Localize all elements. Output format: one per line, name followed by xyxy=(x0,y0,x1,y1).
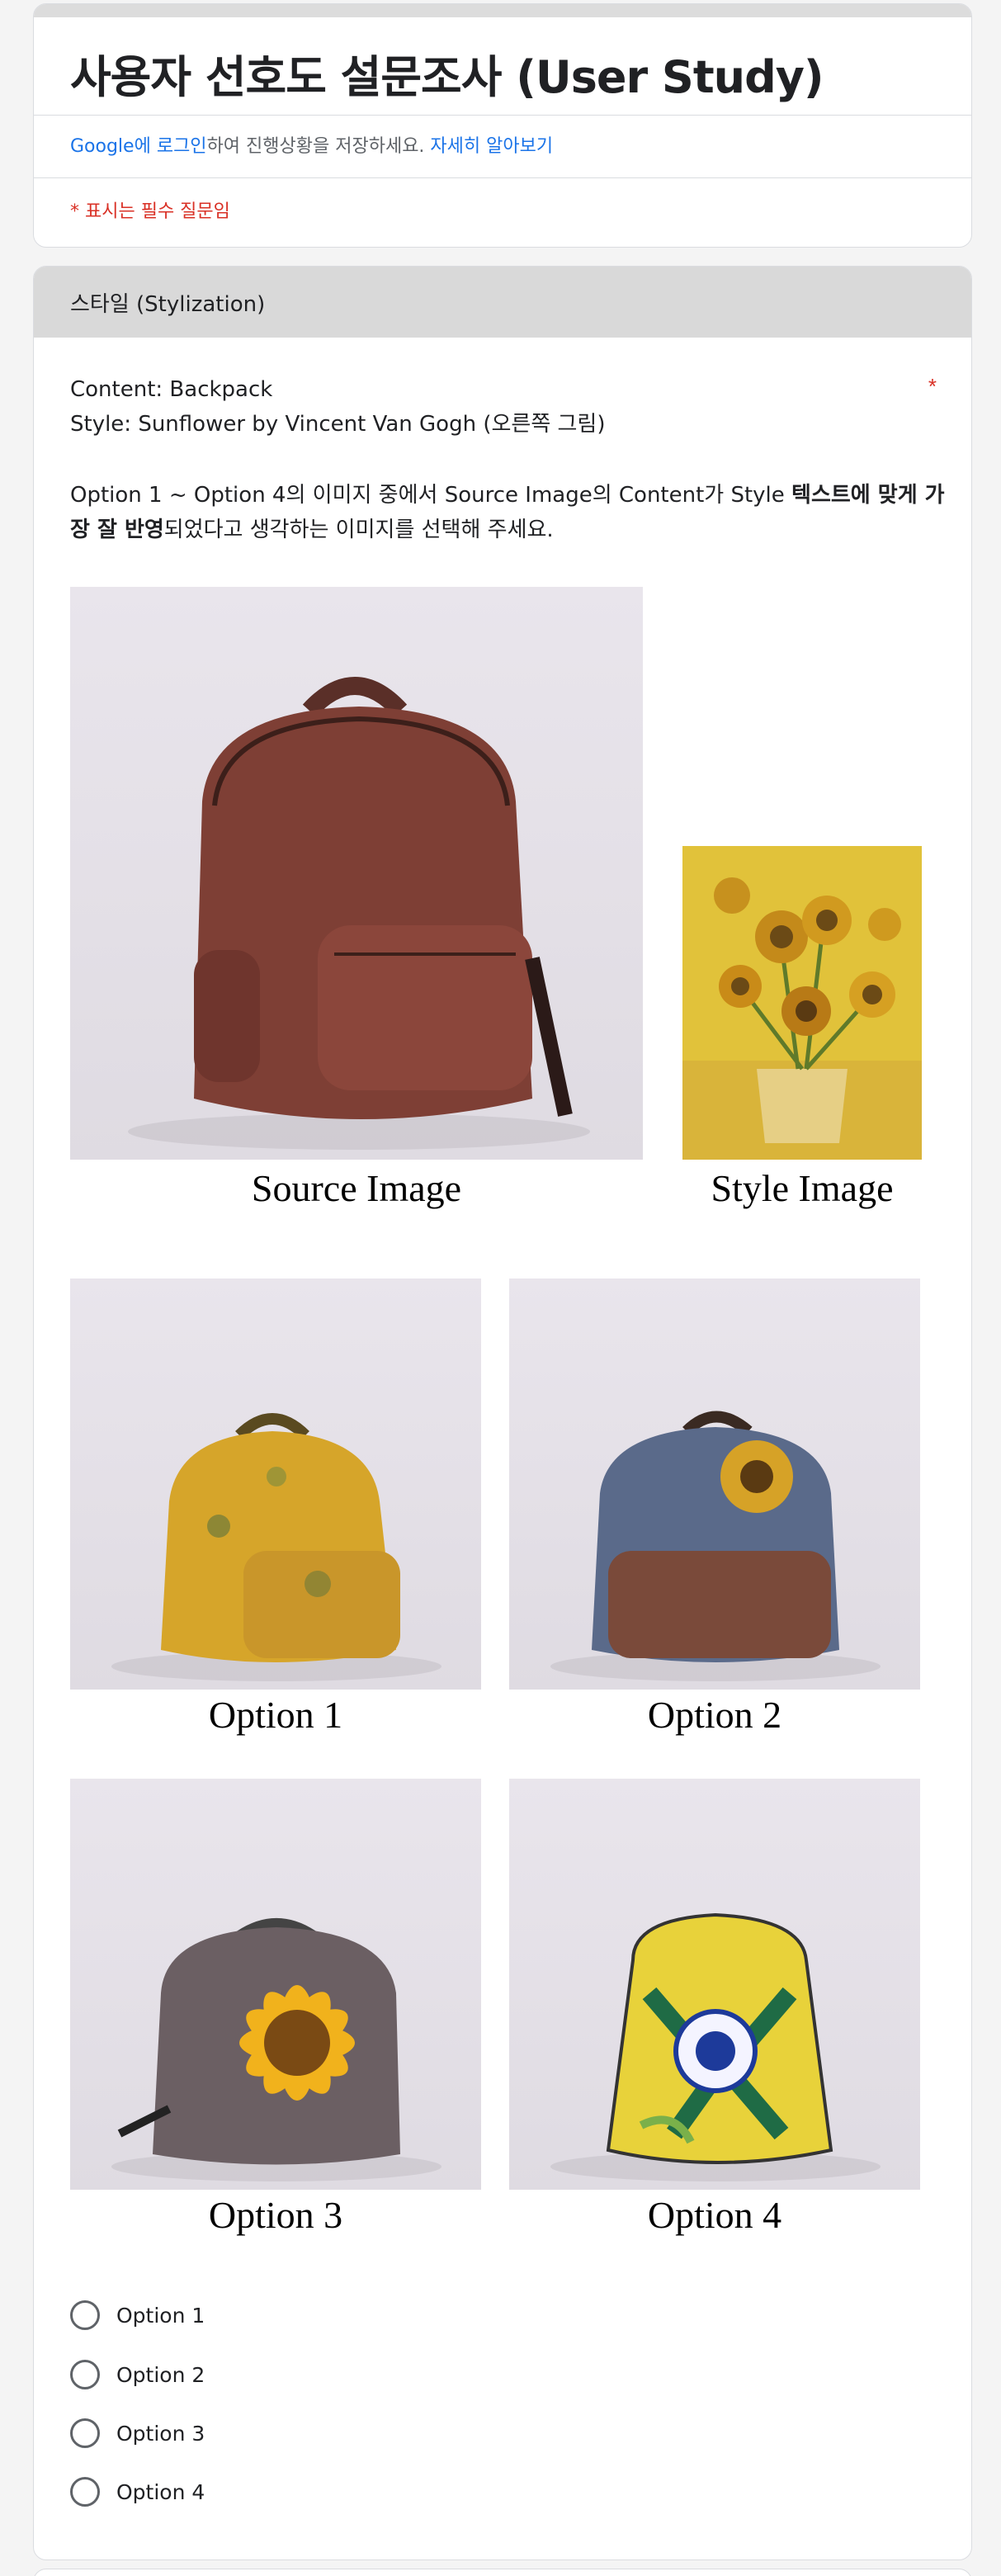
option-4-caption: Option 4 xyxy=(647,2194,782,2236)
option-1-caption: Option 1 xyxy=(208,1694,343,1736)
header-divider xyxy=(34,115,971,116)
radio-button[interactable] xyxy=(70,2300,100,2330)
option-2-image xyxy=(509,1279,920,1690)
instruction-text: Option 1 ~ Option 4의 이미지 중에서 Source Imag… xyxy=(70,483,792,508)
question-card: 스타일 (Stylization) Content: Backpack Styl… xyxy=(33,266,972,2560)
source-caption: Source Image xyxy=(251,1167,462,1209)
choice-label: Option 2 xyxy=(116,2362,205,2387)
choice-label: Option 1 xyxy=(116,2303,205,2328)
login-notice-text: 하여 진행상황을 저장하세요. xyxy=(206,136,431,157)
style-caption: Style Image xyxy=(711,1167,894,1209)
google-label: Google에 xyxy=(70,136,157,157)
content-line: Content: Backpack xyxy=(70,377,273,402)
choice-label: Option 3 xyxy=(116,2421,205,2446)
header-accent-strip xyxy=(34,4,971,17)
next-card-edge xyxy=(33,2569,972,2576)
option-3-image xyxy=(70,1779,481,2190)
login-link[interactable]: 로그인 xyxy=(157,136,207,157)
radio-button[interactable] xyxy=(70,2477,100,2507)
header-divider-2 xyxy=(34,177,971,178)
source-image xyxy=(70,587,643,1160)
choice-option-3[interactable]: Option 3 xyxy=(70,2418,205,2448)
section-title: 스타일 (Stylization) xyxy=(34,267,971,338)
instruction-text-end: 되었다고 생각하는 이미지를 선택해 주세요. xyxy=(163,518,554,542)
form-header-card: 사용자 선호도 설문조사 (User Study) Google에 로그인하여 … xyxy=(33,3,972,248)
choice-label: Option 4 xyxy=(116,2479,205,2504)
login-notice: Google에 로그인하여 진행상황을 저장하세요. 자세히 알아보기 xyxy=(70,131,553,158)
choice-option-1[interactable]: Option 1 xyxy=(70,2300,205,2330)
learn-more-link[interactable]: 자세히 알아보기 xyxy=(430,136,553,157)
radio-button[interactable] xyxy=(70,2418,100,2448)
style-image xyxy=(682,846,922,1160)
style-line: Style: Sunflower by Vincent Van Gogh (오른… xyxy=(70,412,606,437)
required-note: * 표시는 필수 질문임 xyxy=(70,201,230,222)
radio-button[interactable] xyxy=(70,2360,100,2389)
required-asterisk: * xyxy=(928,374,937,399)
option-1-image xyxy=(70,1279,481,1690)
form-title: 사용자 선호도 설문조사 (User Study) xyxy=(70,51,824,103)
option-2-caption: Option 2 xyxy=(647,1694,782,1736)
question-title: Content: Backpack Style: Sunflower by Vi… xyxy=(70,372,937,442)
choice-option-2[interactable]: Option 2 xyxy=(70,2360,205,2389)
option-3-caption: Option 3 xyxy=(208,2194,343,2236)
choice-option-4[interactable]: Option 4 xyxy=(70,2477,205,2507)
question-instruction: Option 1 ~ Option 4의 이미지 중에서 Source Imag… xyxy=(70,478,945,547)
option-4-image xyxy=(509,1779,920,2190)
